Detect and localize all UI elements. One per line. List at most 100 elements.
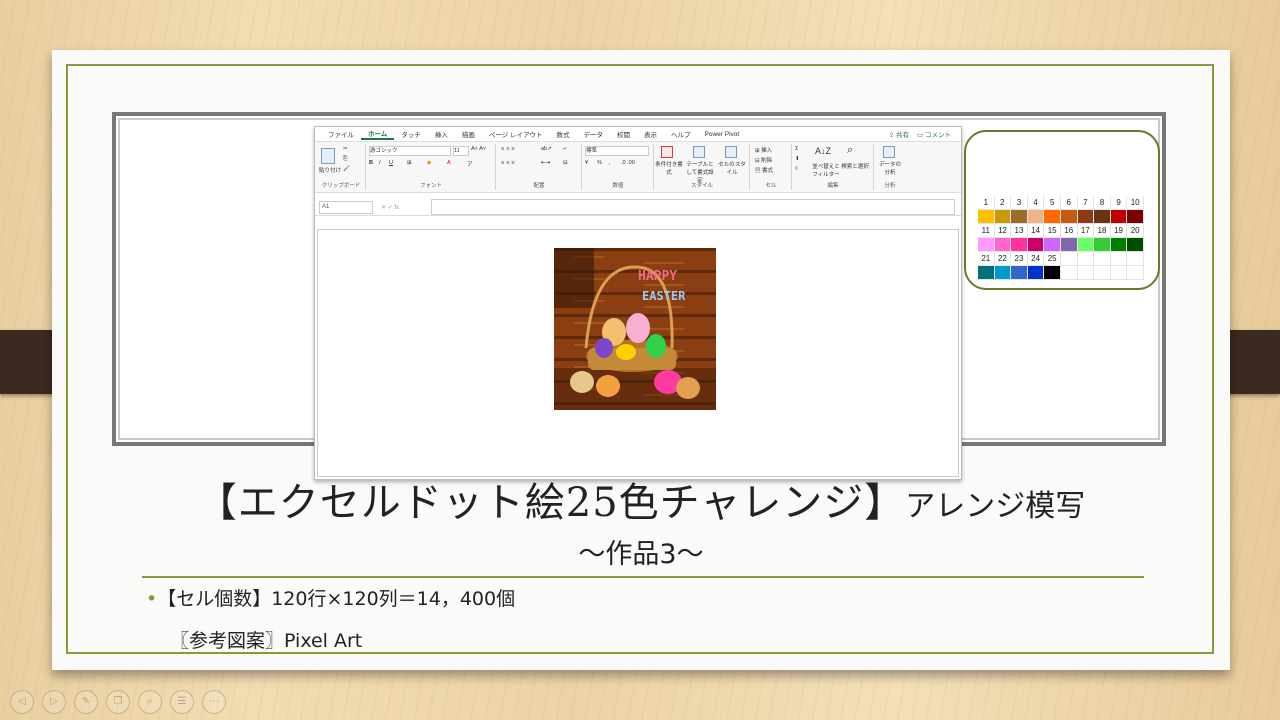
palette-swatch[interactable] xyxy=(1110,238,1128,252)
subtitles-icon[interactable]: ☰ xyxy=(170,690,194,714)
palette-swatch[interactable] xyxy=(1077,210,1095,224)
worksheet[interactable]: HAPPY EASTER xyxy=(317,229,959,477)
palette-swatch[interactable] xyxy=(1127,238,1144,252)
data-analysis-label[interactable]: データの分析 xyxy=(877,160,903,176)
palette-swatch[interactable] xyxy=(1027,210,1045,224)
table-format-icon[interactable] xyxy=(693,146,705,158)
copy-icon[interactable]: ⎘ xyxy=(343,156,347,163)
previous-slide-icon[interactable]: ◁ xyxy=(10,690,34,714)
palette-swatch[interactable] xyxy=(1060,266,1078,280)
tab-home[interactable]: ホーム xyxy=(361,128,395,140)
palette-swatch[interactable] xyxy=(1110,266,1128,280)
tab-touch[interactable]: タッチ xyxy=(394,129,428,139)
conditional-format-icon[interactable] xyxy=(661,146,673,158)
conditional-format-label[interactable]: 条件付き書式 xyxy=(655,160,683,176)
underline-icon[interactable]: U xyxy=(389,160,393,166)
tab-insert[interactable]: 挿入 xyxy=(428,129,455,139)
paste-label[interactable]: 貼り付け xyxy=(319,166,341,174)
comment-button[interactable]: ▭ コメント xyxy=(917,129,951,139)
tab-formulas[interactable]: 数式 xyxy=(550,129,577,139)
palette-number: 17 xyxy=(1077,224,1095,238)
font-name-select[interactable]: 游ゴシック xyxy=(369,146,451,156)
palette-swatch[interactable] xyxy=(994,210,1012,224)
more-options-icon[interactable]: ⋯ xyxy=(202,690,226,714)
palette-swatch[interactable] xyxy=(1044,238,1061,252)
insert-cells-button[interactable]: ⊞ 挿入 xyxy=(755,146,772,154)
palette-swatch[interactable] xyxy=(1027,266,1045,280)
next-slide-icon[interactable]: ▷ xyxy=(42,690,66,714)
fill-icon[interactable]: ⬇ xyxy=(795,156,800,162)
percent-icon[interactable]: % xyxy=(597,160,602,166)
fx-icon[interactable]: ✕ ✓ fx xyxy=(381,204,431,211)
tab-page-layout[interactable]: ページ レイアウト xyxy=(482,129,550,139)
tab-help[interactable]: ヘルプ xyxy=(664,129,698,139)
tab-file[interactable]: ファイル xyxy=(321,129,361,139)
autosum-icon[interactable]: Σ xyxy=(795,146,798,152)
paste-icon[interactable] xyxy=(321,148,335,164)
palette-swatch[interactable] xyxy=(978,210,995,224)
sort-filter-icon[interactable]: A↓Z xyxy=(815,146,831,156)
palette-swatch[interactable] xyxy=(1094,266,1111,280)
palette-swatch[interactable] xyxy=(1044,210,1061,224)
delete-cells-button[interactable]: ⊟ 削除 xyxy=(755,156,772,164)
palette-swatch[interactable] xyxy=(994,238,1012,252)
tab-review[interactable]: 校閲 xyxy=(610,129,637,139)
find-icon[interactable]: ⌕ xyxy=(847,144,853,157)
zoom-icon[interactable]: ⌕ xyxy=(138,690,162,714)
slides-grid-icon[interactable]: ❐ xyxy=(106,690,130,714)
clear-icon[interactable]: ◊ xyxy=(795,166,798,172)
tab-draw[interactable]: 描画 xyxy=(455,129,482,139)
cell-style-icon[interactable] xyxy=(725,146,737,158)
merge-icon[interactable]: ⊟ xyxy=(563,160,568,166)
palette-swatch[interactable] xyxy=(1110,210,1128,224)
palette-swatch[interactable] xyxy=(1060,210,1078,224)
palette-swatch[interactable] xyxy=(978,266,995,280)
comma-icon[interactable]: , xyxy=(609,160,611,166)
font-color-icon[interactable]: A xyxy=(447,160,451,166)
find-select-label[interactable]: 検索と選択 xyxy=(841,162,869,170)
palette-swatch[interactable] xyxy=(978,238,995,252)
sort-filter-label[interactable]: 並べ替えとフィルター xyxy=(811,162,841,178)
palette-swatch[interactable] xyxy=(1127,266,1144,280)
palette-swatch[interactable] xyxy=(1011,238,1028,252)
tab-view[interactable]: 表示 xyxy=(637,129,664,139)
decimal-icon[interactable]: .0 .00 xyxy=(621,160,635,166)
palette-swatch[interactable] xyxy=(1094,238,1111,252)
cut-icon[interactable]: ✂ xyxy=(343,146,348,152)
border-icon[interactable]: ⊞ xyxy=(407,160,412,166)
palette-swatch[interactable] xyxy=(1011,210,1028,224)
bold-icon[interactable]: B xyxy=(369,160,373,166)
palette-swatch[interactable] xyxy=(994,266,1012,280)
wrap-text-icon[interactable]: ⤶ xyxy=(563,146,566,153)
phonetic-icon[interactable]: ア xyxy=(467,160,473,168)
formula-input[interactable] xyxy=(431,199,955,215)
palette-swatch[interactable] xyxy=(1094,210,1111,224)
format-painter-icon[interactable]: 🖌 xyxy=(343,166,350,172)
currency-icon[interactable]: ¥ xyxy=(585,160,588,166)
format-cells-button[interactable]: ▤ 書式 xyxy=(755,166,773,174)
vertical-align-icons[interactable]: ≡≡≡ xyxy=(501,146,517,152)
palette-swatch[interactable] xyxy=(1127,210,1144,224)
data-analysis-icon[interactable] xyxy=(883,146,895,158)
palette-number: 25 xyxy=(1044,252,1061,266)
share-button[interactable]: ⇪ 共有 xyxy=(889,129,909,139)
tab-data[interactable]: データ xyxy=(577,129,611,139)
palette-swatch[interactable] xyxy=(1077,266,1095,280)
fill-color-icon[interactable]: ◆ xyxy=(427,160,431,166)
name-box[interactable]: A1 xyxy=(319,200,373,214)
orientation-icon[interactable]: ab↗ xyxy=(541,146,552,152)
palette-swatch[interactable] xyxy=(1077,238,1095,252)
palette-swatch[interactable] xyxy=(1060,238,1078,252)
cell-style-label[interactable]: セルのスタイル xyxy=(717,160,747,176)
palette-swatch[interactable] xyxy=(1011,266,1028,280)
italic-icon[interactable]: I xyxy=(379,160,381,166)
pen-icon[interactable]: ✎ xyxy=(74,690,98,714)
indent-icon[interactable]: ⇤⇥ xyxy=(541,160,550,166)
tab-power-pivot[interactable]: Power Pivot xyxy=(698,131,747,138)
palette-swatch[interactable] xyxy=(1027,238,1045,252)
palette-swatch[interactable] xyxy=(1044,266,1061,280)
font-grow-icon[interactable]: A˄ A˅ xyxy=(471,146,486,152)
font-size-select[interactable]: 11 xyxy=(453,146,469,156)
horizontal-align-icons[interactable]: ≡≡≡ xyxy=(501,160,517,166)
number-format-select[interactable]: 標準 xyxy=(585,146,649,156)
